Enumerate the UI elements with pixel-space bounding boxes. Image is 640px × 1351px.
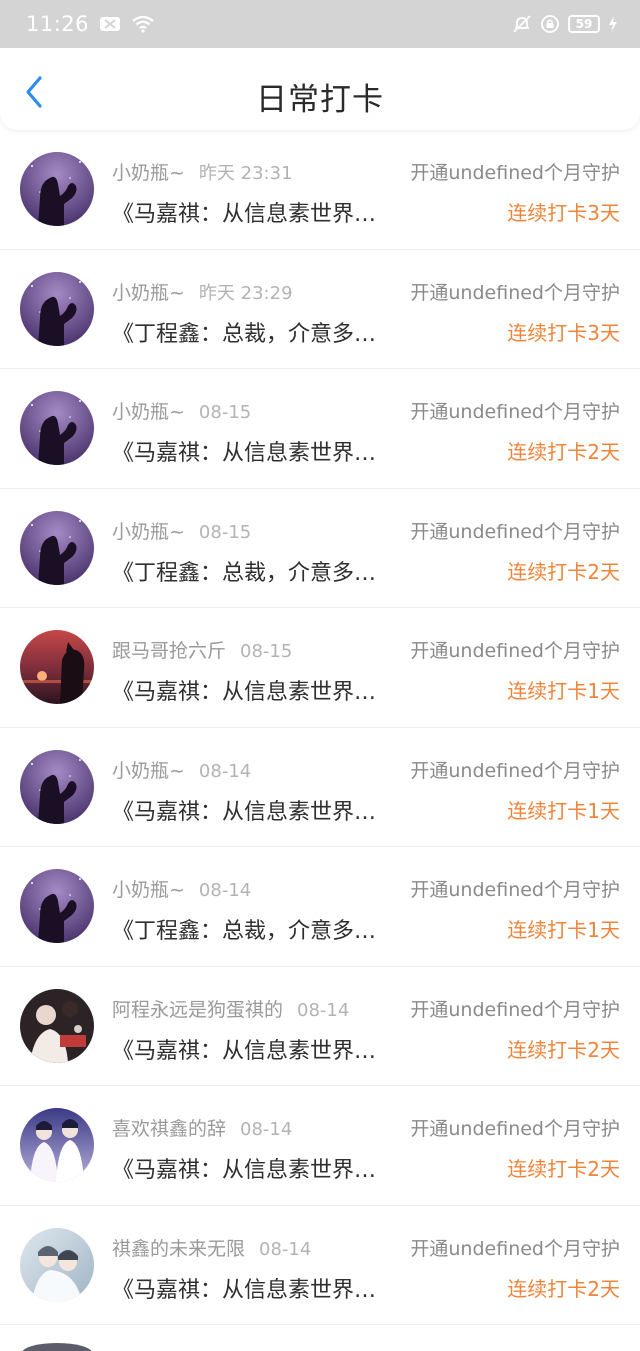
post-title[interactable]: 《马嘉祺：从信息素世界… [112,1033,392,1065]
guard-text: 开通undefined个月守护 [410,640,620,662]
list-item[interactable]: 祺鑫的未来无限 08-14 开通undefined个月守护 《马嘉祺：从信息素世界… 连… [0,1206,640,1325]
streak-badge: 连续打卡3天 [507,320,620,345]
streak-badge: 连续打卡2天 [507,1037,620,1062]
list-item[interactable]: 小奶瓶~ 昨天 23:31 开通undefined个月守护 《马嘉祺：从信息素世界… 连… [0,130,640,250]
guard-text: 开通undefined个月守护 [410,759,620,782]
user-name[interactable]: 小奶瓶~ [112,401,185,423]
post-title[interactable]: 《马嘉祺：从信息素世界… [112,435,392,467]
charging-icon [609,16,617,32]
status-bar: 11:26 59 [0,0,640,48]
streak-badge: 连续打卡1天 [507,918,620,942]
list-item[interactable]: 小奶瓶~ 昨天 23:29 开通undefined个月守护 《丁程鑫：总裁，介意多… 连… [0,250,640,369]
battery-icon: 59 [568,15,600,33]
guard-text: 开通undefined个月守护 [410,520,620,543]
post-time: 08-14 [240,1119,293,1140]
list-item[interactable]: 小奶瓶~ 08-15 开通undefined个月守护 《马嘉祺：从信息素世界… 连续打卡… [0,369,640,489]
avatar[interactable] [20,391,94,465]
list-item[interactable]: 小奶瓶~ 08-15 开通undefined个月守护 《丁程鑫：总裁，介意多… 连续打卡… [0,489,640,608]
checkin-list: 小奶瓶~ 昨天 23:31 开通undefined个月守护 《马嘉祺：从信息素世界… 连… [0,130,640,1325]
guard-text: 开通undefined个月守护 [410,162,620,184]
notification-icon [100,17,121,31]
avatar[interactable] [20,988,94,1063]
post-time: 08-14 [259,1238,312,1260]
post-title[interactable]: 《马嘉祺：从信息素世界… [112,674,392,706]
wifi-icon [132,15,154,33]
list-item[interactable]: 跟马哥抢六斤 08-15 开通undefined个月守护 《马嘉祺：从信息素世界… 连续… [0,608,640,728]
status-time: 11:26 [26,12,90,36]
guard-text: 开通undefined个月守护 [410,281,620,304]
avatar[interactable] [20,869,94,943]
streak-badge: 连续打卡3天 [507,201,620,225]
post-time: 昨天 23:31 [198,163,293,184]
user-name[interactable]: 小奶瓶~ [112,162,185,184]
guard-text: 开通undefined个月守护 [410,401,620,423]
avatar[interactable] [20,749,94,824]
guard-text: 开通undefined个月守护 [410,1237,620,1260]
post-time: 08-15 [198,402,252,423]
user-name[interactable]: 小奶瓶~ [112,282,185,304]
avatar[interactable] [20,1108,94,1182]
user-name[interactable]: 祺鑫的未来无限 [112,1238,245,1260]
lock-rotation-icon [541,15,559,33]
post-title[interactable]: 《丁程鑫：总裁，介意多… [112,316,392,348]
streak-badge: 连续打卡1天 [507,679,620,703]
user-name[interactable]: 阿程永远是狗蛋祺的 [112,999,283,1021]
streak-badge: 连续打卡2天 [507,1276,620,1301]
post-title[interactable]: 《丁程鑫：总裁，介意多… [112,555,392,587]
avatar [22,1343,92,1351]
post-title[interactable]: 《马嘉祺：从信息素世界… [112,794,392,826]
streak-badge: 连续打卡2天 [507,1157,620,1181]
guard-text: 开通undefined个月守护 [410,879,620,901]
post-title[interactable]: 《马嘉祺：从信息素世界… [112,1152,392,1184]
streak-badge: 连续打卡1天 [507,798,620,823]
mute-bell-icon [513,15,531,33]
list-item[interactable]: 阿程永远是狗蛋祺的 08-14 开通undefined个月守护 《马嘉祺：从信息素世界… [0,967,640,1086]
avatar[interactable] [20,271,94,346]
navigation-header: 日常打卡 [0,48,640,130]
post-time: 昨天 23:29 [198,282,293,304]
avatar[interactable] [20,152,94,226]
list-item[interactable]: 小奶瓶~ 08-14 开通undefined个月守护 《丁程鑫：总裁，介意多… 连续打卡… [0,847,640,967]
post-time: 08-14 [198,760,252,782]
post-time: 08-15 [240,641,293,662]
user-name[interactable]: 跟马哥抢六斤 [112,640,226,662]
user-name[interactable]: 小奶瓶~ [112,760,185,782]
post-time: 08-14 [297,999,350,1021]
post-time: 08-14 [198,880,252,901]
post-title[interactable]: 《马嘉祺：从信息素世界… [112,1272,392,1304]
guard-text: 开通undefined个月守护 [410,998,620,1021]
post-title[interactable]: 《马嘉祺：从信息素世界… [112,196,392,228]
post-title[interactable]: 《丁程鑫：总裁，介意多… [112,913,392,945]
avatar[interactable] [20,1227,94,1302]
list-item[interactable]: 喜欢祺鑫的辞 08-14 开通undefined个月守护 《马嘉祺：从信息素世界… 连续… [0,1086,640,1206]
streak-badge: 连续打卡2天 [507,440,620,464]
user-name[interactable]: 小奶瓶~ [112,521,185,543]
user-name[interactable]: 喜欢祺鑫的辞 [112,1118,226,1140]
page-title: 日常打卡 [256,82,384,118]
user-name[interactable]: 小奶瓶~ [112,879,185,901]
avatar[interactable] [20,630,94,704]
avatar[interactable] [20,510,94,585]
streak-badge: 连续打卡2天 [507,559,620,584]
post-time: 08-15 [198,521,252,543]
guard-text: 开通undefined个月守护 [410,1118,620,1140]
list-item[interactable]: 小奶瓶~ 08-14 开通undefined个月守护 《马嘉祺：从信息素世界… 连续打卡… [0,728,640,847]
